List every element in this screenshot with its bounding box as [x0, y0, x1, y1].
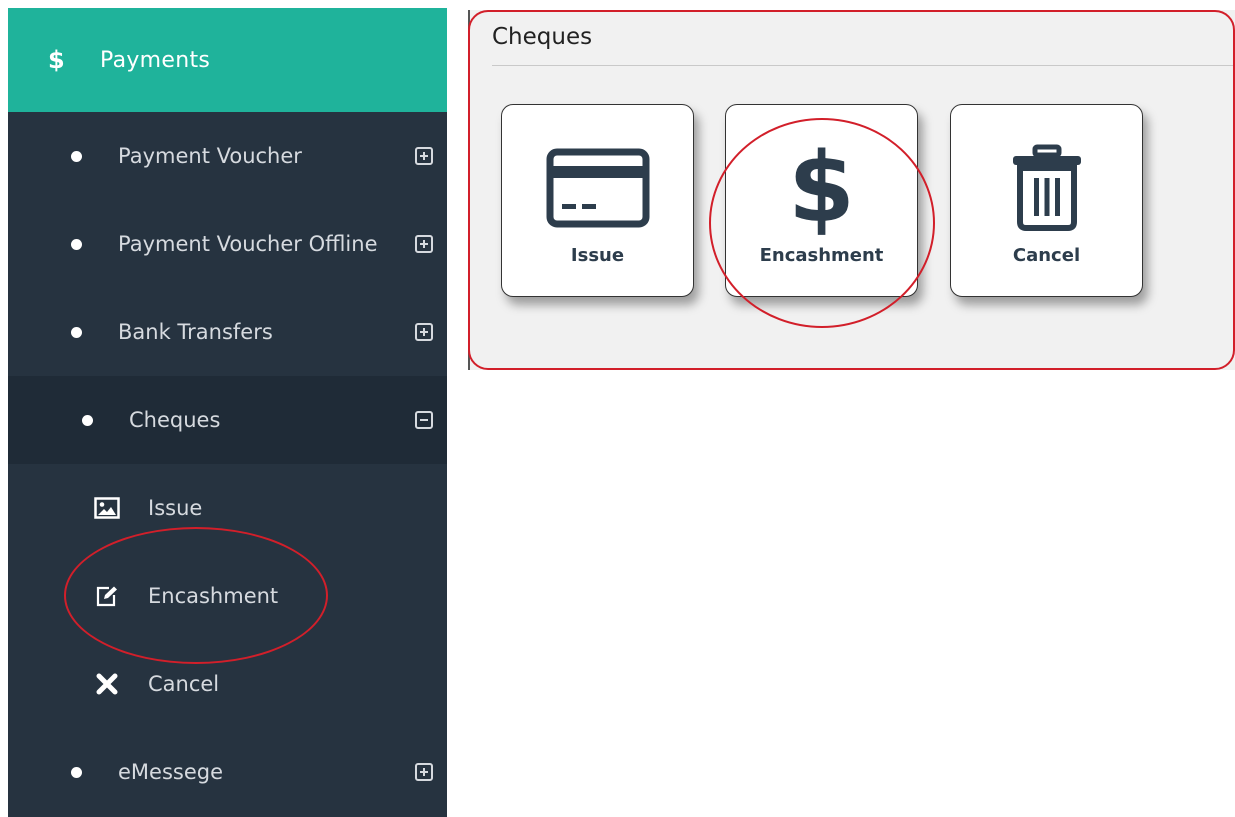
issue-tile-button[interactable]: Issue	[501, 104, 694, 297]
credit-card-icon	[546, 143, 650, 233]
expand-plus-icon[interactable]	[415, 323, 433, 341]
sidebar-subitem-issue[interactable]: Issue	[8, 464, 447, 552]
expand-plus-icon[interactable]	[415, 235, 433, 253]
sidebar-header-title: Payments	[100, 47, 211, 73]
dollar-icon: $	[788, 132, 855, 244]
cancel-tile-button[interactable]: Cancel	[950, 104, 1143, 297]
tile-label: Issue	[570, 245, 625, 266]
sidebar-item-label: Payment Voucher	[118, 144, 302, 168]
sidebar: $ Payments Payment Voucher Payment Vouch…	[8, 8, 447, 817]
dollar-glyph: $	[788, 132, 855, 244]
sidebar-item-payment-voucher[interactable]: Payment Voucher	[8, 112, 447, 200]
sidebar-item-label: Bank Transfers	[118, 320, 273, 344]
close-icon	[94, 673, 120, 695]
bullet-icon	[71, 766, 82, 778]
dollar-icon: $	[48, 46, 65, 74]
image-icon	[94, 497, 120, 519]
sidebar-item-cheques[interactable]: Cheques	[8, 376, 447, 464]
cheques-panel: Cheques Issue $ Encashment Cancel	[468, 10, 1235, 370]
bullet-icon	[71, 238, 82, 250]
sidebar-subitem-encashment[interactable]: Encashment	[8, 552, 447, 640]
sidebar-header-payments[interactable]: $ Payments	[8, 8, 447, 112]
bullet-icon	[82, 414, 93, 426]
sidebar-item-label: Payment Voucher Offline	[118, 232, 378, 256]
panel-divider	[492, 65, 1235, 66]
collapse-minus-icon[interactable]	[415, 411, 433, 429]
tile-label: Encashment	[759, 245, 884, 266]
sidebar-subitem-label: Encashment	[148, 584, 279, 608]
sidebar-subitem-cancel[interactable]: Cancel	[8, 640, 447, 728]
bullet-icon	[71, 150, 82, 162]
expand-plus-icon[interactable]	[415, 763, 433, 781]
sidebar-item-bank-transfers[interactable]: Bank Transfers	[8, 288, 447, 376]
sidebar-item-payment-voucher-offline[interactable]: Payment Voucher Offline	[8, 200, 447, 288]
expand-plus-icon[interactable]	[415, 147, 433, 165]
encashment-tile-button[interactable]: $ Encashment	[725, 104, 918, 297]
sidebar-item-label: eMessege	[118, 760, 224, 784]
sidebar-item-emessege[interactable]: eMessege	[8, 728, 447, 816]
sidebar-subitem-label: Cancel	[148, 672, 220, 696]
tile-label: Cancel	[1012, 245, 1081, 266]
bullet-icon	[71, 326, 82, 338]
trash-icon	[1009, 143, 1085, 233]
sidebar-item-label: Cheques	[129, 408, 221, 432]
edit-icon	[94, 585, 120, 607]
panel-title: Cheques	[492, 24, 593, 50]
sidebar-subitem-label: Issue	[148, 496, 203, 520]
